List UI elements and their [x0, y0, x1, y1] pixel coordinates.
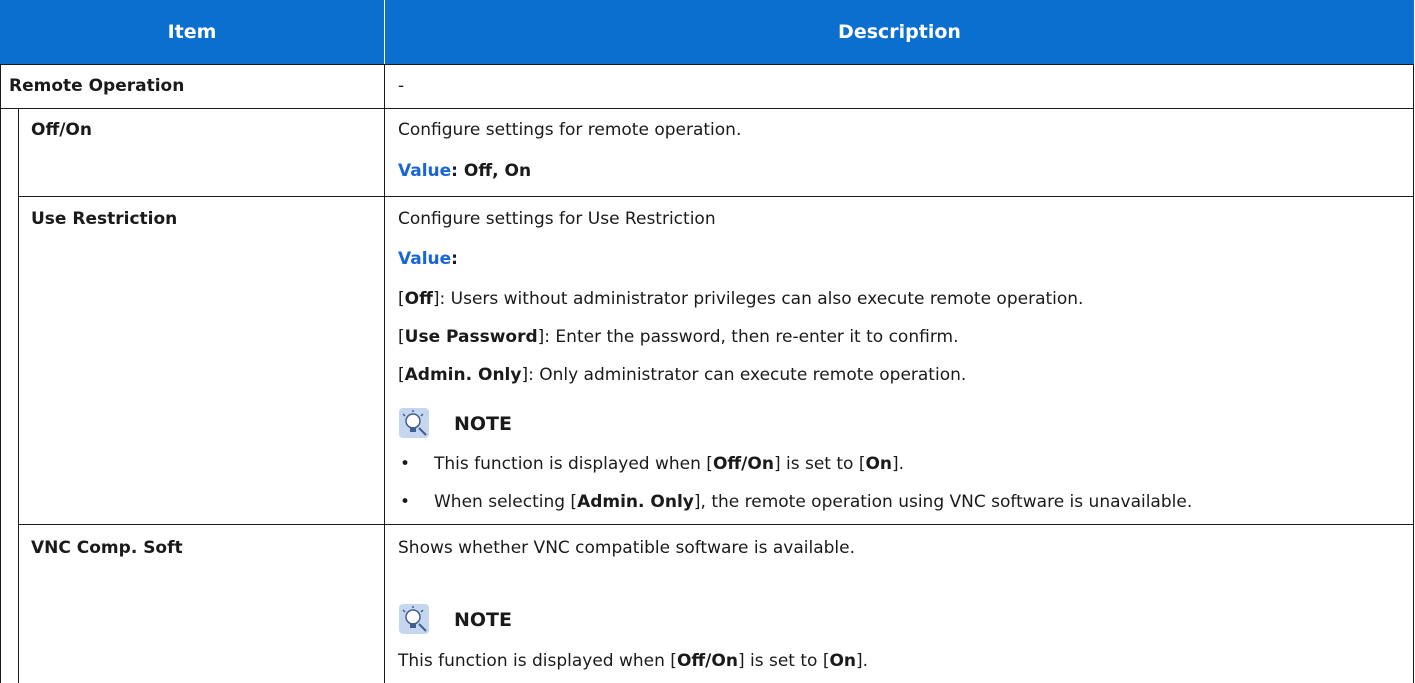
- row-description-remote-operation: -: [398, 76, 405, 96]
- divider: [18, 108, 19, 683]
- note-bullet-2: When selecting [Admin. Only], the remote…: [434, 492, 1193, 512]
- value-options: : Off, On: [451, 161, 532, 181]
- divider: [18, 524, 1414, 525]
- row-item-remote-operation: Remote Operation: [9, 76, 185, 96]
- divider: [1413, 64, 1414, 683]
- option-off: [Off]: Users without administrator privi…: [398, 289, 1084, 309]
- row-item-vnc-comp-soft: VNC Comp. Soft: [31, 538, 183, 558]
- settings-table: Item Description Remote Operation - Off/…: [0, 0, 1414, 683]
- option-admin-only: [Admin. Only]: Only administrator can ex…: [398, 365, 967, 385]
- column-header-item: Item: [0, 0, 384, 64]
- bullet-marker: •: [400, 492, 411, 512]
- value-label: Value: [398, 249, 452, 269]
- divider: [384, 64, 385, 683]
- row-item-off-on: Off/On: [31, 120, 92, 140]
- use-restriction-value-line: Value:: [398, 248, 458, 270]
- row-item-use-restriction: Use Restriction: [31, 209, 178, 229]
- divider: [18, 196, 1414, 197]
- value-label: Value: [398, 161, 452, 181]
- value-colon: :: [451, 249, 458, 269]
- divider: [0, 108, 1414, 109]
- vnc-note-text: This function is displayed when [Off/On]…: [398, 651, 869, 671]
- use-restriction-description: Configure settings for Use Restriction: [398, 209, 716, 229]
- divider: [0, 64, 1, 683]
- off-on-value-line: Value: Off, On: [398, 160, 531, 182]
- option-use-password: [Use Password]: Enter the password, then…: [398, 327, 959, 347]
- bullet-marker: •: [400, 454, 411, 474]
- note-lightbulb-icon: [399, 408, 429, 438]
- note-title: NOTE: [454, 413, 512, 435]
- note-bullet-1: This function is displayed when [Off/On]…: [434, 454, 905, 474]
- note-title: NOTE: [454, 609, 512, 631]
- vnc-description: Shows whether VNC compatible software is…: [398, 538, 855, 558]
- off-on-description: Configure settings for remote operation.: [398, 120, 742, 140]
- divider: [0, 64, 1414, 65]
- note-lightbulb-icon: [399, 604, 429, 634]
- column-header-description: Description: [385, 0, 1414, 64]
